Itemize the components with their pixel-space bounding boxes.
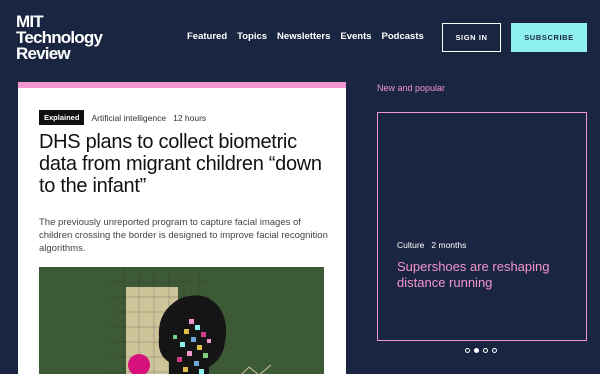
article-dek: The previously unreported program to cap… <box>39 217 328 254</box>
article-meta: Explained Artificial intelligence 12 hou… <box>39 110 206 125</box>
popular-story-card[interactable]: Culture 2 months Supershoes are reshapin… <box>377 112 587 341</box>
sign-in-button[interactable]: SIGN IN <box>442 23 501 52</box>
nav-featured[interactable]: Featured <box>187 31 227 42</box>
article-title[interactable]: DHS plans to collect biometric data from… <box>39 131 334 197</box>
nav-podcasts[interactable]: Podcasts <box>382 31 424 42</box>
carousel-dots <box>465 348 497 353</box>
promo-age: 2 months <box>431 240 467 250</box>
nav-events[interactable]: Events <box>340 31 371 42</box>
promo-title[interactable]: Supershoes are reshaping distance runnin… <box>397 259 577 291</box>
explained-badge: Explained <box>39 110 85 125</box>
nav-topics[interactable]: Topics <box>237 31 267 42</box>
article-topic[interactable]: Artificial intelligence <box>91 113 166 123</box>
carousel-dot-1[interactable] <box>465 348 470 353</box>
site-header: MIT Technology Review Featured Topics Ne… <box>0 0 600 76</box>
new-and-popular-heading: New and popular <box>377 83 446 93</box>
carousel-dot-4[interactable] <box>492 348 497 353</box>
hero-illustration <box>39 267 324 374</box>
carousel-dot-2[interactable] <box>474 348 479 353</box>
logo-line-3: Review <box>16 44 71 63</box>
article-hero-image[interactable] <box>39 267 324 374</box>
subscribe-button[interactable]: SUBSCRIBE <box>511 23 587 52</box>
featured-article-card[interactable]: Explained Artificial intelligence 12 hou… <box>18 82 346 374</box>
promo-topic[interactable]: Culture <box>397 240 424 250</box>
site-logo[interactable]: MIT Technology Review <box>16 13 103 63</box>
carousel-dot-3[interactable] <box>483 348 488 353</box>
nav-newsletters[interactable]: Newsletters <box>277 31 330 42</box>
promo-meta: Culture 2 months <box>397 240 466 250</box>
article-age: 12 hours <box>173 112 207 123</box>
main-nav: Featured Topics Newsletters Events Podca… <box>187 31 424 42</box>
